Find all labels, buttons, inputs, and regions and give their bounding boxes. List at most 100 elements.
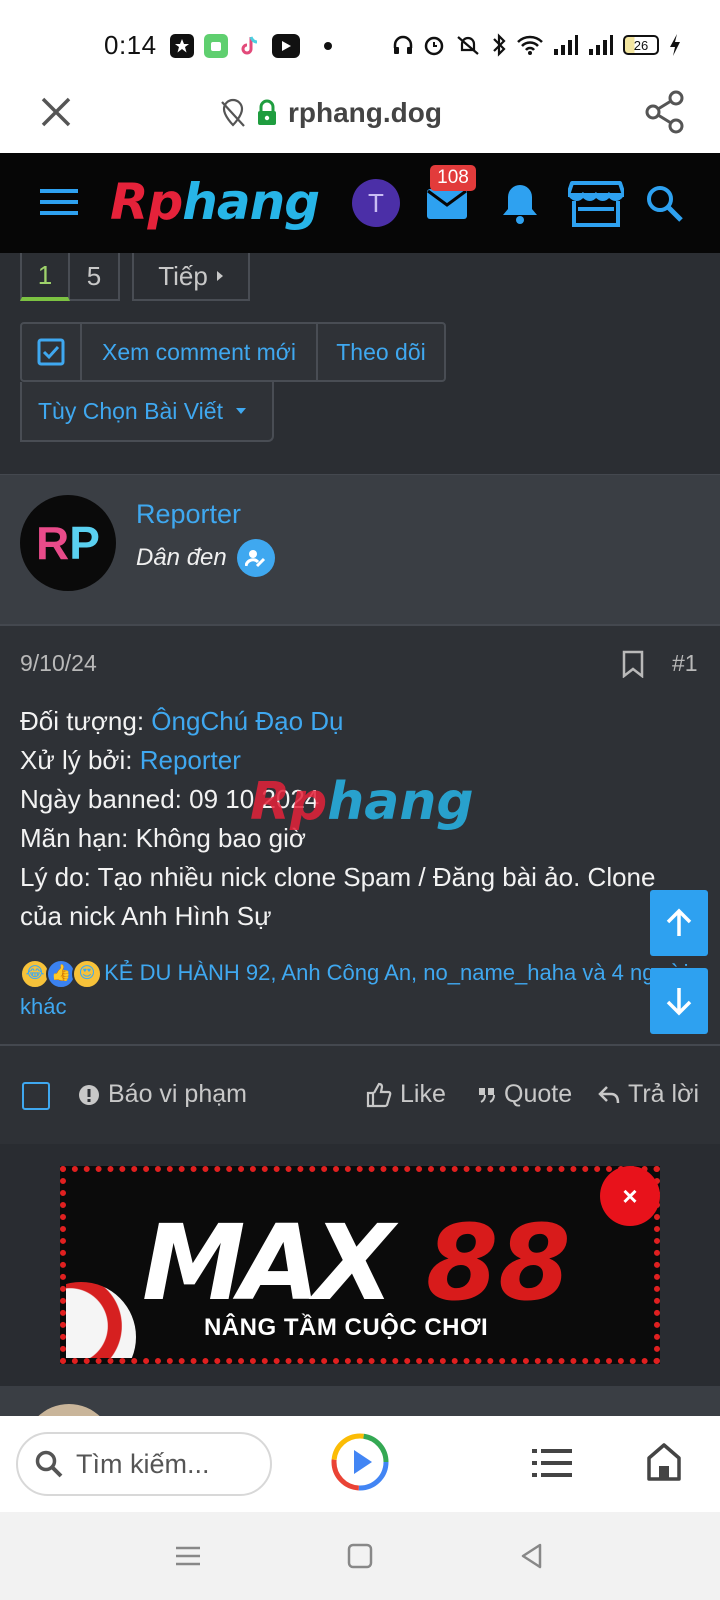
arrow-up-icon: [666, 908, 692, 936]
scroll-top-button[interactable]: [650, 890, 708, 956]
author-avatar-letter-r: R: [36, 517, 70, 569]
follow-button[interactable]: Theo dõi: [318, 324, 444, 380]
reply-button[interactable]: Trả lời: [598, 1080, 699, 1109]
browser-search-placeholder: Tìm kiếm...: [76, 1448, 210, 1479]
recent-apps-icon[interactable]: [174, 1542, 202, 1570]
browser-url-bar: rphang.dog: [0, 80, 720, 153]
status-bar: 0:14 26: [0, 0, 720, 80]
bluetooth-icon: [493, 33, 506, 57]
quote-button[interactable]: Quote: [478, 1080, 572, 1109]
back-nav-icon[interactable]: [518, 1542, 546, 1570]
thread-options-label: Tùy Chọn Bài Viết: [38, 397, 223, 424]
reply-icon: [598, 1085, 620, 1103]
like-button[interactable]: Like: [366, 1080, 446, 1109]
content-line-reason: Lý do: Tạo nhiều nick clone Spam / Đăng …: [20, 862, 656, 931]
tracking-off-icon: [221, 98, 245, 127]
user-avatar[interactable]: T: [352, 179, 400, 227]
author-title: Dân đen: [136, 539, 275, 577]
author-username[interactable]: Reporter: [136, 499, 241, 530]
ad-brand: MAX: [142, 1202, 394, 1324]
headset-icon: [393, 35, 413, 54]
content-line-target: Đối tượng: ÔngChú Đạo Dụ: [20, 702, 700, 741]
select-all-toggle[interactable]: [22, 324, 82, 380]
post-body: 9/10/24 #1 Đối tượng: ÔngChú Đạo Dụ Xử l…: [0, 624, 720, 1044]
signal-icon: [554, 35, 578, 55]
home-nav-icon[interactable]: [346, 1542, 374, 1570]
report-label: Báo vi phạm: [108, 1080, 247, 1108]
charging-icon: [670, 34, 680, 56]
next-page-button[interactable]: Tiếp: [132, 253, 250, 301]
wifi-icon: [517, 35, 543, 55]
quote-label: Quote: [504, 1080, 573, 1108]
signal-icon: [589, 35, 613, 55]
next-page-label: Tiếp: [158, 260, 208, 291]
share-icon[interactable]: [644, 90, 686, 134]
logo-part1: Rp: [110, 173, 183, 231]
hamburger-menu-icon[interactable]: [40, 185, 78, 219]
address-field[interactable]: rphang.dog: [220, 96, 442, 130]
thread-options-dropdown[interactable]: Tùy Chọn Bài Viết: [20, 382, 274, 442]
alarm-icon: [424, 36, 444, 56]
youtube-icon: [272, 34, 300, 58]
browser-search-input[interactable]: Tìm kiếm...: [16, 1432, 272, 1496]
reply-label: Trả lời: [628, 1080, 700, 1108]
status-app-icons: [170, 32, 332, 60]
post-date[interactable]: 9/10/24: [20, 650, 97, 677]
heart-eyes-reaction-icon: 😍: [72, 959, 102, 990]
report-button[interactable]: Báo vi phạm: [78, 1080, 247, 1109]
system-nav-bar: [0, 1512, 720, 1600]
reaction-users-text: KẺ DU HÀNH 92, Anh Công An, no_name_haha…: [20, 960, 689, 1019]
pagination: 1 5 Tiếp: [20, 253, 250, 301]
like-label: Like: [400, 1080, 446, 1108]
bookmark-icon[interactable]: [622, 650, 644, 678]
status-time: 0:14: [104, 30, 157, 60]
battery-icon: 26: [623, 35, 659, 55]
bell-icon[interactable]: [500, 181, 540, 225]
post-number[interactable]: #1: [672, 650, 698, 677]
target-user-link[interactable]: ÔngChú Đạo Dụ: [151, 706, 343, 736]
alert-icon: [79, 1084, 99, 1105]
ad-close-button[interactable]: ×: [600, 1166, 660, 1226]
android-app-icon: [204, 34, 228, 58]
watermark-part2: hang: [327, 772, 474, 832]
store-icon[interactable]: [568, 179, 624, 229]
new-comments-button[interactable]: Xem comment mới: [82, 324, 318, 380]
mute-vibrate-icon: [457, 36, 479, 55]
watermark-logo: Rphang: [250, 772, 474, 832]
author-title-text: Dân đen: [136, 544, 227, 571]
site-logo[interactable]: Rphang: [110, 173, 320, 231]
post-actions: Báo vi phạm Like Quote Trả lời: [0, 1044, 720, 1144]
verified-user-icon: [236, 539, 275, 577]
arrow-down-icon: [666, 988, 692, 1016]
author-avatar-letter-p: P: [69, 517, 100, 569]
ad-banner[interactable]: MAX 88 NÂNG TẦM CUỘC CHƠI: [60, 1166, 660, 1364]
home-icon[interactable]: [646, 1442, 682, 1482]
search-icon[interactable]: [644, 183, 684, 223]
tiktok-icon: [238, 34, 262, 58]
close-icon[interactable]: [38, 94, 74, 130]
author-avatar[interactable]: RP: [20, 495, 116, 591]
search-icon: [35, 1450, 63, 1478]
handler-user-link[interactable]: Reporter: [140, 745, 241, 775]
list-icon[interactable]: [532, 1446, 572, 1480]
thread-action-bar: Xem comment mới Theo dõi: [20, 322, 446, 382]
ad-brand-number: 88: [426, 1202, 571, 1324]
select-post-checkbox[interactable]: [22, 1082, 50, 1110]
site-header: Rphang T 108: [0, 153, 720, 253]
target-label: Đối tượng:: [20, 706, 152, 736]
soccer-ball-graphic: [66, 1282, 136, 1358]
quote-icon: [479, 1087, 495, 1103]
watermark-part1: Rp: [250, 772, 328, 832]
page-5-button[interactable]: 5: [70, 253, 120, 301]
status-system-icons: 26: [392, 30, 682, 60]
reaction-summary[interactable]: 😂 👍 😍 KẺ DU HÀNH 92, Anh Công An, no_name_…: [20, 956, 700, 1024]
scroll-bottom-button[interactable]: [650, 968, 708, 1034]
logo-part2: hang: [182, 173, 320, 231]
battery-level: 26: [633, 37, 649, 53]
chevron-down-icon: [235, 408, 246, 414]
ad-tagline: NÂNG TẦM CUỘC CHƠI: [204, 1314, 489, 1341]
page-1-button[interactable]: 1: [20, 253, 70, 301]
next-post-header: [0, 1386, 720, 1416]
play-video-icon[interactable]: [330, 1432, 390, 1492]
handler-label: Xử lý bởi:: [20, 745, 140, 775]
